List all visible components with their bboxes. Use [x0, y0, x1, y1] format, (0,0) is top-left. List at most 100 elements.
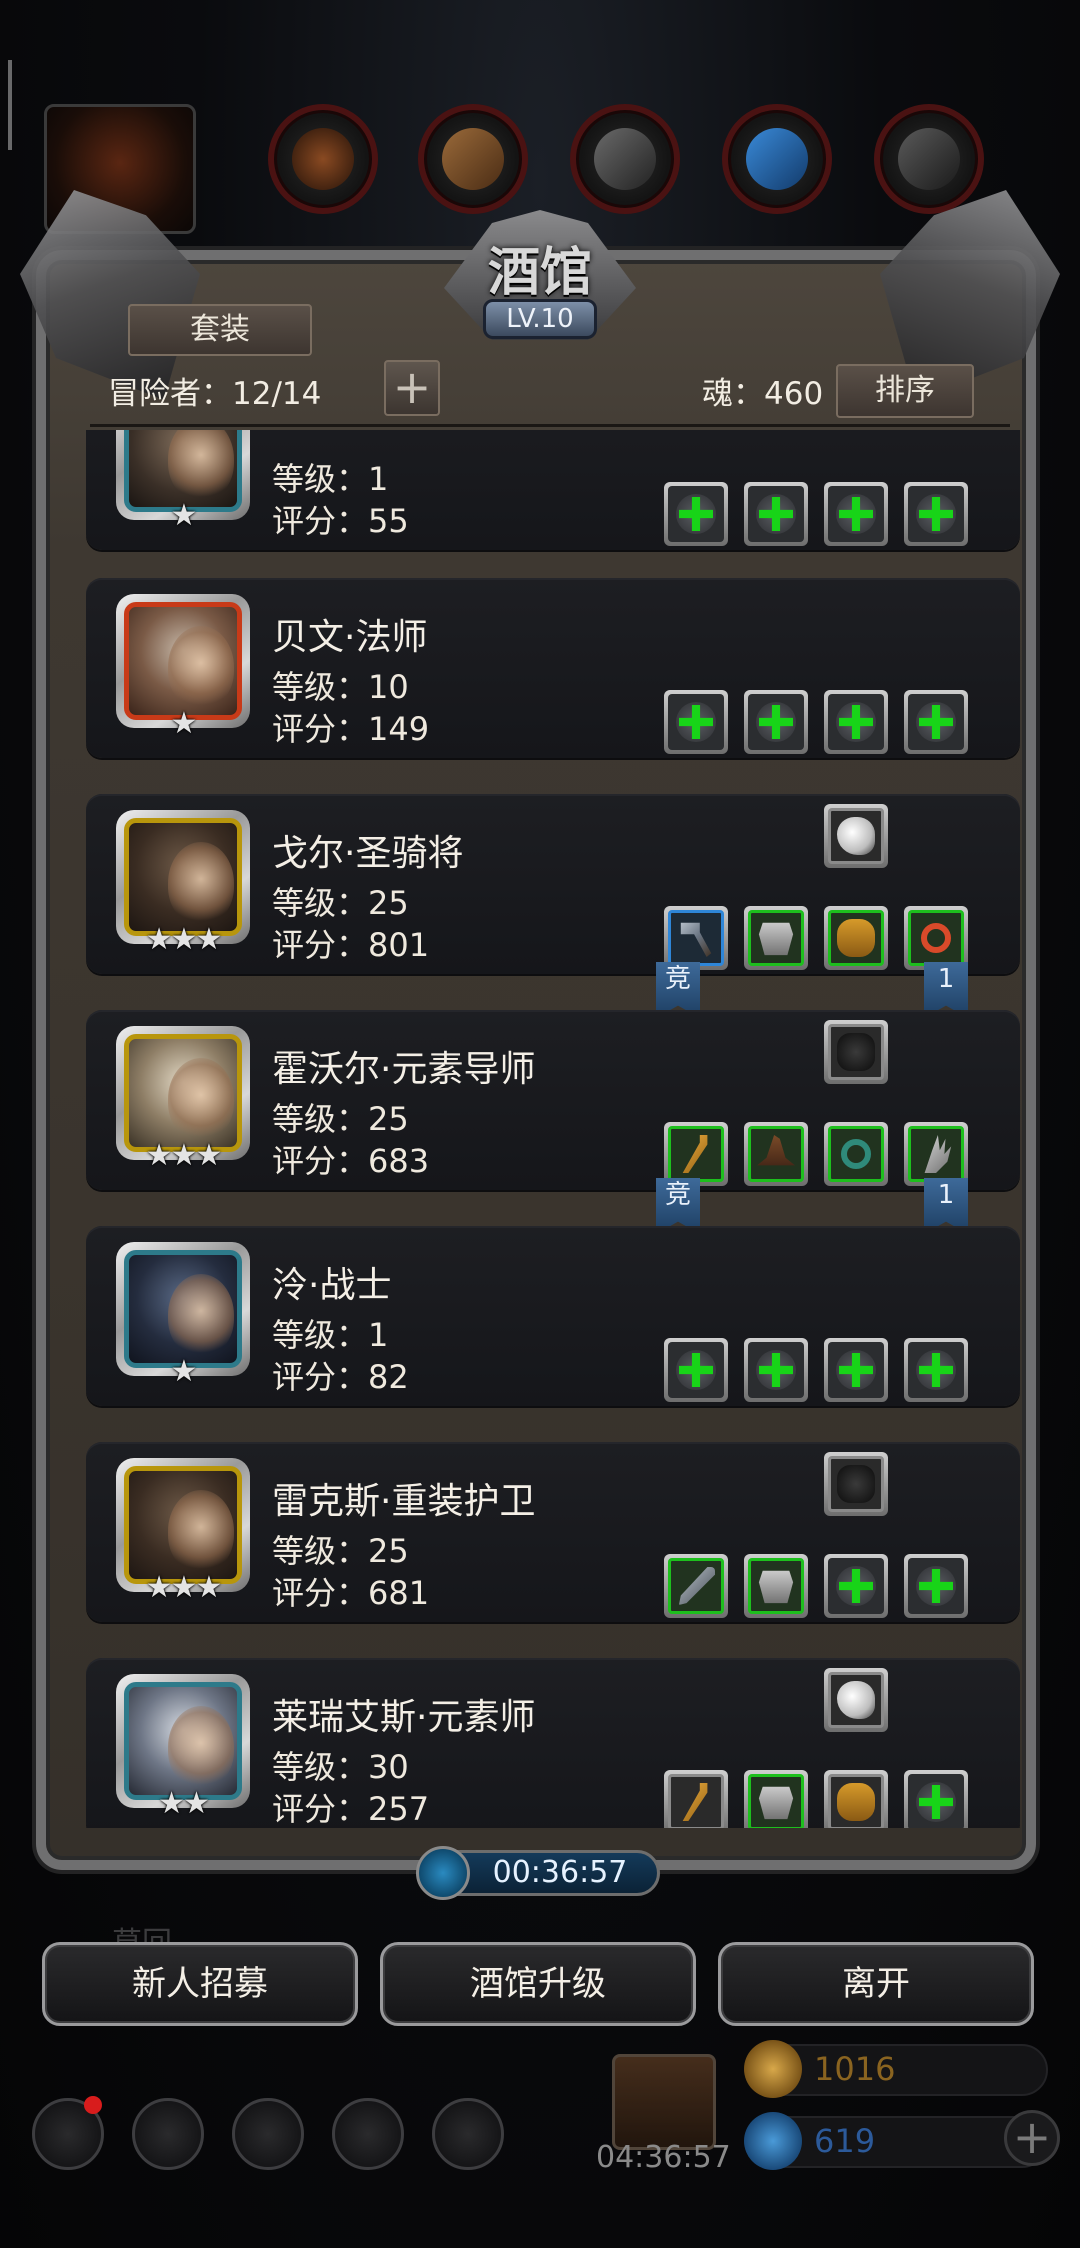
recruit-button[interactable]: 新人招募 [42, 1942, 358, 2026]
dice-icon[interactable] [432, 2098, 504, 2170]
hero-level: 等级：1 [272, 1316, 389, 1354]
plus-icon [919, 1785, 953, 1819]
hero-level: 等级：25 [272, 1532, 409, 1570]
equip-slot-weapon[interactable] [664, 906, 728, 970]
equip-slot-accessory[interactable] [824, 1554, 888, 1618]
equip-slot-armor[interactable] [744, 1554, 808, 1618]
equip-slot-ring[interactable] [904, 1554, 968, 1618]
equip-slot-ring[interactable] [904, 906, 968, 970]
armor-icon [758, 1570, 794, 1604]
hero-score: 评分：681 [272, 1574, 430, 1612]
glove-icon [837, 1033, 875, 1071]
resource-slot-stone-icon[interactable] [570, 104, 680, 214]
equip-slot-ring[interactable] [904, 482, 968, 546]
plus-icon [679, 497, 713, 531]
plus-icon [839, 1569, 873, 1603]
equip-slot-weapon[interactable] [664, 690, 728, 754]
equip-slot-accessory[interactable] [824, 906, 888, 970]
adventurer-count: 冒险者：12/14 [108, 376, 322, 412]
suit-button[interactable]: 套装 [128, 304, 312, 356]
hero-row[interactable]: ★★★ 雷克斯·重装护卫 等级：25 评分：681 [86, 1442, 1020, 1622]
hero-stars: ★★ [158, 1786, 210, 1821]
resource-slot-iron-icon[interactable] [874, 104, 984, 214]
sort-button[interactable]: 排序 [836, 364, 974, 418]
hammer-icon [680, 922, 712, 957]
add-currency-button[interactable]: + [1004, 2110, 1060, 2166]
staff-icon [682, 1135, 708, 1173]
equip-slot-ring[interactable] [904, 1338, 968, 1402]
equip-slot-armor[interactable] [744, 906, 808, 970]
hero-score: 评分：801 [272, 926, 430, 964]
gem-icon [744, 2112, 802, 2170]
hero-row[interactable]: ★ 等级：1 评分：55 [86, 430, 1020, 550]
equip-slot-armor[interactable] [744, 1770, 808, 1828]
equip-slot-extra[interactable] [824, 1020, 888, 1084]
gift-icon[interactable] [612, 2054, 716, 2150]
clock-icon [416, 1846, 470, 1900]
equip-slot-ring[interactable] [904, 1770, 968, 1828]
hero-name: 戈尔·圣骑将 [272, 833, 464, 874]
hero-name: 雷克斯·重装护卫 [272, 1481, 536, 1522]
hero-row[interactable]: ★ 泠·战士 等级：1 评分：82 [86, 1226, 1020, 1406]
hero-level: 等级：10 [272, 668, 409, 706]
equip-slot-accessory[interactable] [824, 1122, 888, 1186]
hero-list[interactable]: ★ 等级：1 评分：55 ★ 贝文·法师 等级：10 评分：149 ★★★ 戈尔… [86, 430, 1026, 1828]
equip-slot-ring[interactable] [904, 1122, 968, 1186]
hero-score: 评分：683 [272, 1142, 430, 1180]
hero-stars: ★ [170, 706, 198, 741]
equip-slot-extra[interactable] [824, 1452, 888, 1516]
plus-icon [919, 497, 953, 531]
armor-icon [758, 1786, 794, 1820]
equip-slot-weapon[interactable] [664, 1122, 728, 1186]
upgrade-tavern-button[interactable]: 酒馆升级 [380, 1942, 696, 2026]
equip-slot-weapon[interactable] [664, 1554, 728, 1618]
equip-slot-weapon[interactable] [664, 482, 728, 546]
scroll-indicator [8, 60, 12, 150]
hero-score: 评分：82 [272, 1358, 409, 1396]
equip-slot-weapon[interactable] [664, 1338, 728, 1402]
equip-slot-accessory[interactable] [824, 1338, 888, 1402]
hero-stars: ★ [170, 1354, 198, 1389]
achievement-icon[interactable] [132, 2098, 204, 2170]
gem-amount: 619 [814, 2122, 876, 2160]
add-adventurer-slot-button[interactable]: + [384, 360, 440, 416]
plus-icon [759, 705, 793, 739]
gold-icon [744, 2040, 802, 2098]
equip-slot-accessory[interactable] [824, 482, 888, 546]
resource-slot-crystal-icon[interactable] [722, 104, 832, 214]
plus-icon [839, 705, 873, 739]
resource-slot-food-icon[interactable] [268, 104, 378, 214]
hero-name: 泠·战士 [272, 1265, 392, 1306]
equip-slot-accessory[interactable] [824, 690, 888, 754]
equip-slot-ring[interactable] [904, 690, 968, 754]
feather-icon [837, 817, 875, 855]
hero-stars: ★ [170, 498, 198, 533]
equip-slot-extra[interactable] [824, 1668, 888, 1732]
mail-icon[interactable] [332, 2098, 404, 2170]
equip-slot-extra[interactable] [824, 804, 888, 868]
hero-stars: ★★★ [145, 922, 223, 957]
plus-icon [679, 1353, 713, 1387]
barrel-icon [837, 919, 875, 957]
gold-amount: 1016 [814, 2050, 896, 2088]
hero-score: 评分：149 [272, 710, 430, 748]
equip-slot-armor[interactable] [744, 482, 808, 546]
leave-button[interactable]: 离开 [718, 1942, 1034, 2026]
hero-stars: ★★★ [145, 1138, 223, 1173]
hero-row[interactable]: ★ 贝文·法师 等级：10 评分：149 [86, 578, 1020, 758]
notification-dot [84, 2096, 102, 2114]
equip-slot-weapon[interactable] [664, 1770, 728, 1828]
hero-row[interactable]: ★★★ 霍沃尔·元素导师 等级：25 评分：683 [86, 1010, 1020, 1190]
equip-slot-armor[interactable] [744, 690, 808, 754]
ring-icon [921, 923, 951, 953]
guild-icon[interactable] [232, 2098, 304, 2170]
resource-slot-wood-icon[interactable] [418, 104, 528, 214]
plus-icon [919, 1353, 953, 1387]
equip-slot-accessory[interactable] [824, 1770, 888, 1828]
hero-score: 评分：55 [272, 502, 409, 540]
hero-row[interactable]: ★★★ 戈尔·圣骑将 等级：25 评分：801 [86, 794, 1020, 974]
hero-level: 等级：25 [272, 884, 409, 922]
equip-slot-armor[interactable] [744, 1338, 808, 1402]
hero-row[interactable]: ★★ 莱瑞艾斯·元素师 等级：30 评分：257 [86, 1658, 1020, 1828]
equip-slot-armor[interactable] [744, 1122, 808, 1186]
